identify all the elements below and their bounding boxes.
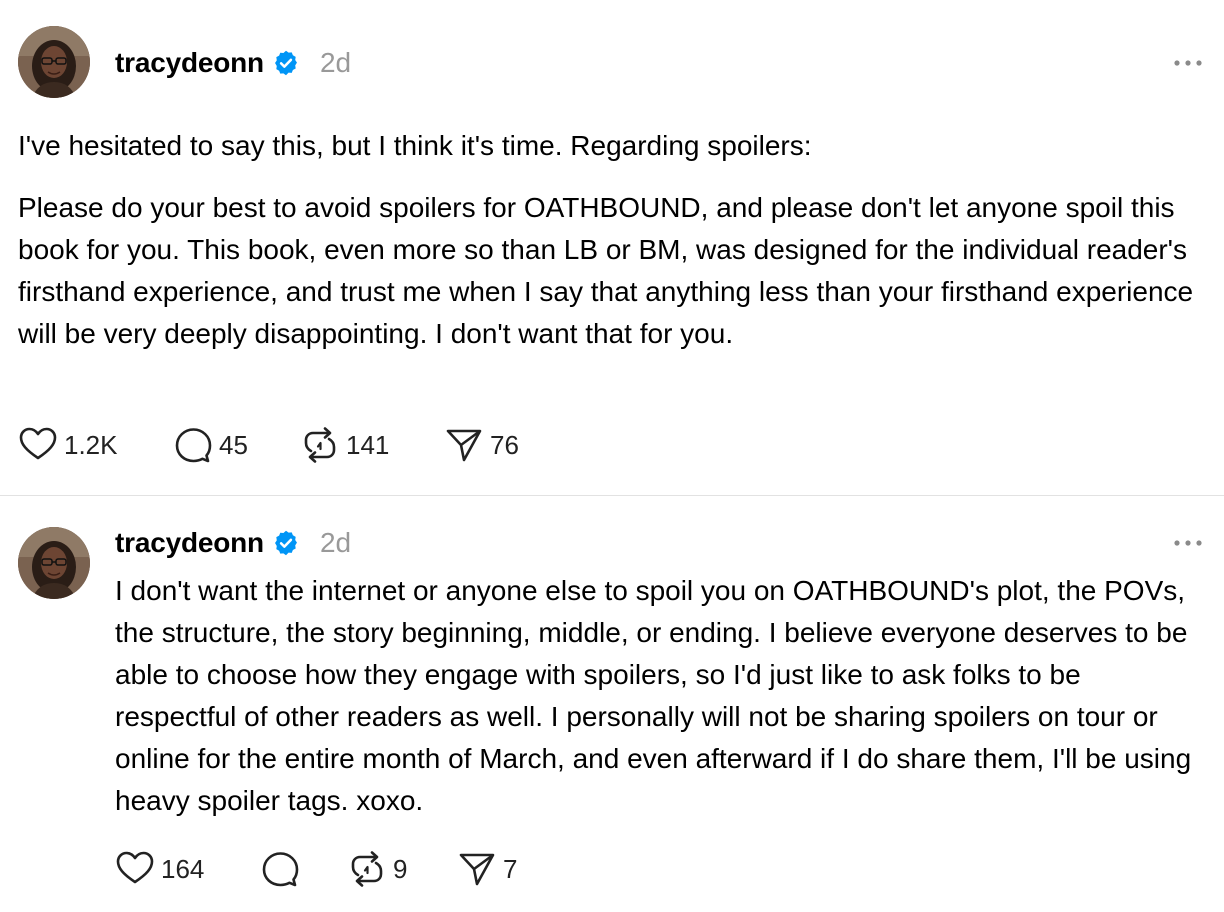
reply-button[interactable] <box>260 849 347 889</box>
divider <box>0 495 1224 496</box>
post-text: Please do your best to avoid spoilers fo… <box>18 192 1194 349</box>
like-button[interactable]: 1.2K <box>18 425 173 465</box>
avatar[interactable] <box>18 527 90 599</box>
post-header: tracydeonn 2d <box>115 43 351 83</box>
send-icon <box>446 429 482 462</box>
like-button[interactable]: 164 <box>115 849 260 889</box>
like-count: 164 <box>161 853 205 884</box>
avatar-image <box>18 26 90 98</box>
timestamp: 2d <box>319 47 352 78</box>
thread-post: tracydeonn 2d I've hesitated to say this… <box>0 0 1224 496</box>
verified-badge-icon <box>272 529 300 557</box>
reply-count: 45 <box>219 429 248 460</box>
repost-count: 9 <box>393 853 408 884</box>
share-count: 76 <box>490 429 519 460</box>
username[interactable]: tracydeonn <box>115 527 264 559</box>
post-header: tracydeonn 2d <box>115 523 351 563</box>
share-count: 7 <box>503 853 518 884</box>
comment-icon <box>262 852 299 887</box>
username[interactable]: tracydeonn <box>115 47 264 79</box>
heart-icon <box>116 851 154 884</box>
avatar-image <box>18 527 90 599</box>
comment-icon <box>175 428 212 463</box>
avatar[interactable] <box>18 26 90 98</box>
share-button[interactable]: 76 <box>444 425 519 465</box>
post-text: I've hesitated to say this, but I think … <box>18 130 812 161</box>
verified-badge-icon <box>272 49 300 77</box>
more-options-icon[interactable] <box>1168 53 1208 73</box>
heart-icon <box>19 427 57 460</box>
post-text: I don't want the internet or anyone else… <box>115 575 1192 816</box>
more-options-icon[interactable] <box>1168 533 1208 553</box>
repost-icon <box>351 851 383 887</box>
repost-count: 141 <box>346 429 390 460</box>
repost-button[interactable]: 141 <box>300 425 444 465</box>
like-count: 1.2K <box>64 429 118 460</box>
post-actions: 1.2K 45 141 76 <box>18 423 519 467</box>
share-button[interactable]: 7 <box>457 849 517 889</box>
reply-button[interactable]: 45 <box>173 425 300 465</box>
thread-post: tracydeonn 2d I don't want the internet … <box>0 497 1224 912</box>
repost-button[interactable]: 9 <box>347 849 457 889</box>
repost-icon <box>304 427 336 463</box>
timestamp: 2d <box>319 527 352 558</box>
send-icon <box>459 853 495 886</box>
post-actions: 164 9 7 <box>115 847 517 891</box>
